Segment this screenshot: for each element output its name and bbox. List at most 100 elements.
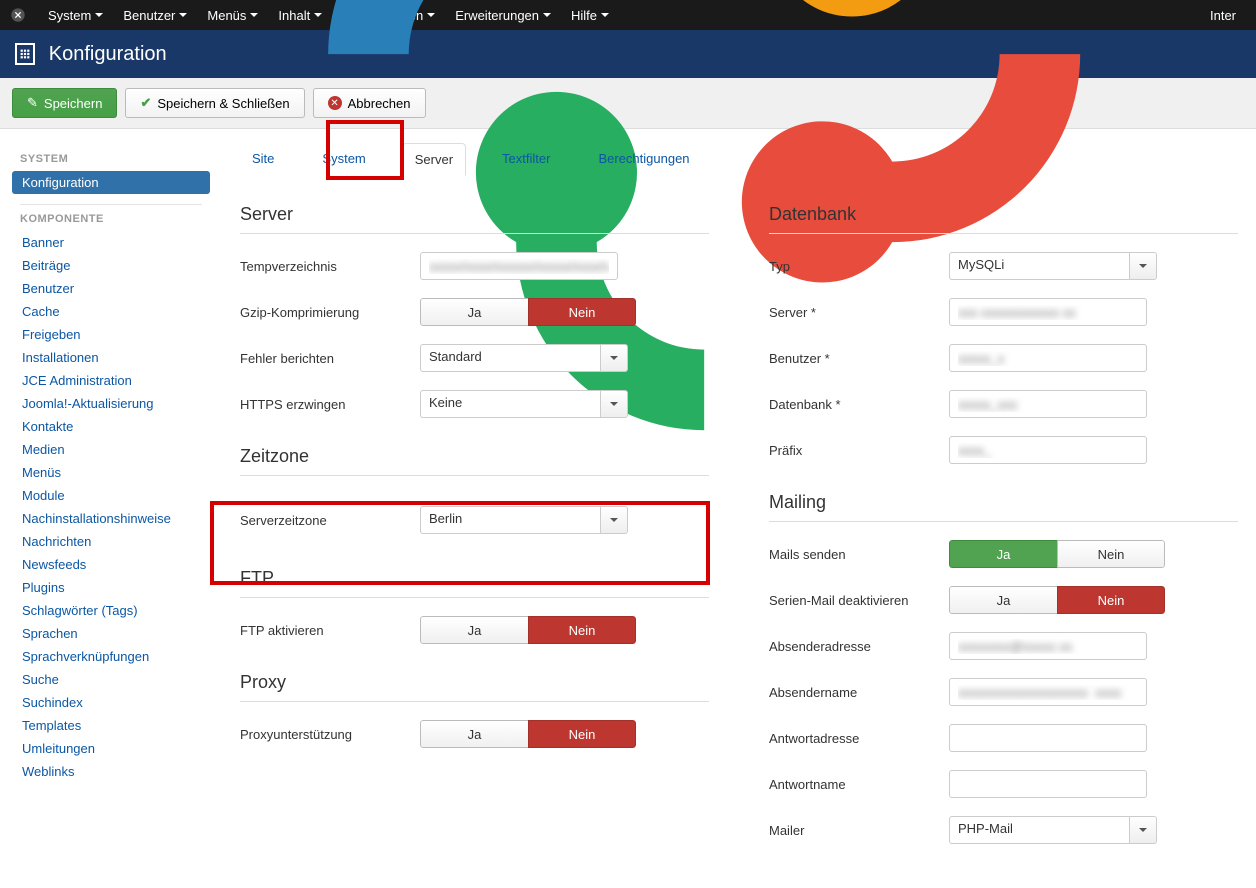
title-bar: Konfiguration xyxy=(0,30,1256,78)
gzip-label: Gzip-Komprimierung xyxy=(240,305,420,320)
chevron-down-icon[interactable] xyxy=(1129,252,1157,280)
tab-textfilter[interactable]: Textfilter xyxy=(490,143,562,176)
proxy-no[interactable]: Nein xyxy=(528,720,636,748)
gzip-toggle[interactable]: Ja Nein xyxy=(420,298,636,326)
timezone-heading: Zeitzone xyxy=(240,446,709,476)
mail-send-toggle[interactable]: Ja Nein xyxy=(949,540,1165,568)
sidebar-item-cache[interactable]: Cache xyxy=(12,300,210,323)
nav-system[interactable]: System xyxy=(38,0,113,30)
sidebar-item-newsfeeds[interactable]: Newsfeeds xyxy=(12,553,210,576)
sidebar-item-joomla-aktualisierung[interactable]: Joomla!-Aktualisierung xyxy=(12,392,210,415)
sidebar-item-module[interactable]: Module xyxy=(12,484,210,507)
from-name-input[interactable] xyxy=(949,678,1147,706)
server-timezone-label: Serverzeitzone xyxy=(240,513,420,528)
sidebar-section-system: SYSTEM xyxy=(20,153,210,165)
sidebar-item-kontakte[interactable]: Kontakte xyxy=(12,415,210,438)
ftp-yes[interactable]: Ja xyxy=(420,616,528,644)
sidebar-item-jce-administration[interactable]: JCE Administration xyxy=(12,369,210,392)
chevron-down-icon[interactable] xyxy=(600,390,628,418)
mass-mail-label: Serien-Mail deaktivieren xyxy=(769,593,949,608)
sidebar-item-sprachverkn-pfungen[interactable]: Sprachverknüpfungen xyxy=(12,645,210,668)
reply-address-input[interactable] xyxy=(949,724,1147,752)
sidebar-section-komponente: KOMPONENTE xyxy=(20,213,210,225)
database-heading: Datenbank xyxy=(769,204,1238,234)
db-prefix-label: Präfix xyxy=(769,443,949,458)
from-address-input[interactable] xyxy=(949,632,1147,660)
from-name-label: Absendername xyxy=(769,685,949,700)
chevron-down-icon[interactable] xyxy=(600,506,628,534)
mail-send-yes[interactable]: Ja xyxy=(949,540,1057,568)
config-icon xyxy=(15,43,35,65)
sidebar-item-medien[interactable]: Medien xyxy=(12,438,210,461)
ftp-no[interactable]: Nein xyxy=(528,616,636,644)
save-button[interactable]: Speichern xyxy=(12,88,117,118)
tabs: Site System Server Textfilter Berechtigu… xyxy=(240,143,1238,176)
mass-mail-yes[interactable]: Ja xyxy=(949,586,1057,614)
sidebar-item-nachrichten[interactable]: Nachrichten xyxy=(12,530,210,553)
db-user-input[interactable] xyxy=(949,344,1147,372)
mailing-heading: Mailing xyxy=(769,492,1238,522)
sidebar-item-freigeben[interactable]: Freigeben xyxy=(12,323,210,346)
mailer-select[interactable]: PHP-Mail xyxy=(949,816,1157,844)
sidebar-item-sprachen[interactable]: Sprachen xyxy=(12,622,210,645)
server-timezone-select[interactable]: Berlin xyxy=(420,506,628,534)
db-type-label: Typ xyxy=(769,259,949,274)
proxy-yes[interactable]: Ja xyxy=(420,720,528,748)
db-type-select[interactable]: MySQLi xyxy=(949,252,1157,280)
from-address-label: Absenderadresse xyxy=(769,639,949,654)
mail-send-label: Mails senden xyxy=(769,547,949,562)
chevron-down-icon[interactable] xyxy=(1129,816,1157,844)
sidebar-item-suche[interactable]: Suche xyxy=(12,668,210,691)
sidebar-item-weblinks[interactable]: Weblinks xyxy=(12,760,210,783)
sidebar-item-men-s[interactable]: Menüs xyxy=(12,461,210,484)
cancel-button[interactable]: Abbrechen xyxy=(313,88,426,118)
sidebar-item-suchindex[interactable]: Suchindex xyxy=(12,691,210,714)
db-server-label: Server * xyxy=(769,305,949,320)
proxy-heading: Proxy xyxy=(240,672,709,702)
db-server-input[interactable] xyxy=(949,298,1147,326)
pencil-icon xyxy=(27,95,38,111)
db-user-label: Benutzer * xyxy=(769,351,949,366)
main-content: Site System Server Textfilter Berechtigu… xyxy=(210,129,1256,884)
sidebar-divider xyxy=(20,204,202,205)
error-reporting-select[interactable]: Standard xyxy=(420,344,628,372)
sidebar-item-benutzer[interactable]: Benutzer xyxy=(12,277,210,300)
save-close-button[interactable]: Speichern & Schließen xyxy=(125,88,304,118)
proxy-support-label: Proxyunterstützung xyxy=(240,727,420,742)
temp-dir-input[interactable] xyxy=(420,252,618,280)
gzip-yes[interactable]: Ja xyxy=(420,298,528,326)
gzip-no[interactable]: Nein xyxy=(528,298,636,326)
sidebar-item-templates[interactable]: Templates xyxy=(12,714,210,737)
tab-berechtigungen[interactable]: Berechtigungen xyxy=(586,143,701,176)
proxy-toggle[interactable]: Ja Nein xyxy=(420,720,636,748)
db-name-input[interactable] xyxy=(949,390,1147,418)
mass-mail-no[interactable]: Nein xyxy=(1057,586,1165,614)
sidebar-item-konfiguration[interactable]: Konfiguration xyxy=(12,171,210,194)
mail-send-no[interactable]: Nein xyxy=(1057,540,1165,568)
joomla-icon xyxy=(10,7,26,23)
https-select[interactable]: Keine xyxy=(420,390,628,418)
check-icon xyxy=(140,95,151,111)
tab-system[interactable]: System xyxy=(310,143,377,176)
https-label: HTTPS erzwingen xyxy=(240,397,420,412)
sidebar-item-plugins[interactable]: Plugins xyxy=(12,576,210,599)
ftp-toggle[interactable]: Ja Nein xyxy=(420,616,636,644)
sidebar-item-beitr-ge[interactable]: Beiträge xyxy=(12,254,210,277)
close-icon xyxy=(328,96,342,110)
reply-name-input[interactable] xyxy=(949,770,1147,798)
sidebar-item-schlagw-rter-tags-[interactable]: Schlagwörter (Tags) xyxy=(12,599,210,622)
tab-server[interactable]: Server xyxy=(402,143,466,176)
error-reporting-label: Fehler berichten xyxy=(240,351,420,366)
sidebar-item-installationen[interactable]: Installationen xyxy=(12,346,210,369)
ftp-enable-label: FTP aktivieren xyxy=(240,623,420,638)
mass-mail-toggle[interactable]: Ja Nein xyxy=(949,586,1165,614)
tab-site[interactable]: Site xyxy=(240,143,286,176)
page-title: Konfiguration xyxy=(49,43,167,66)
sidebar-item-banner[interactable]: Banner xyxy=(12,231,210,254)
server-heading: Server xyxy=(240,204,709,234)
sidebar-item-nachinstallationshinweise[interactable]: Nachinstallationshinweise xyxy=(12,507,210,530)
db-prefix-input[interactable] xyxy=(949,436,1147,464)
chevron-down-icon[interactable] xyxy=(600,344,628,372)
reply-address-label: Antwortadresse xyxy=(769,731,949,746)
sidebar-item-umleitungen[interactable]: Umleitungen xyxy=(12,737,210,760)
